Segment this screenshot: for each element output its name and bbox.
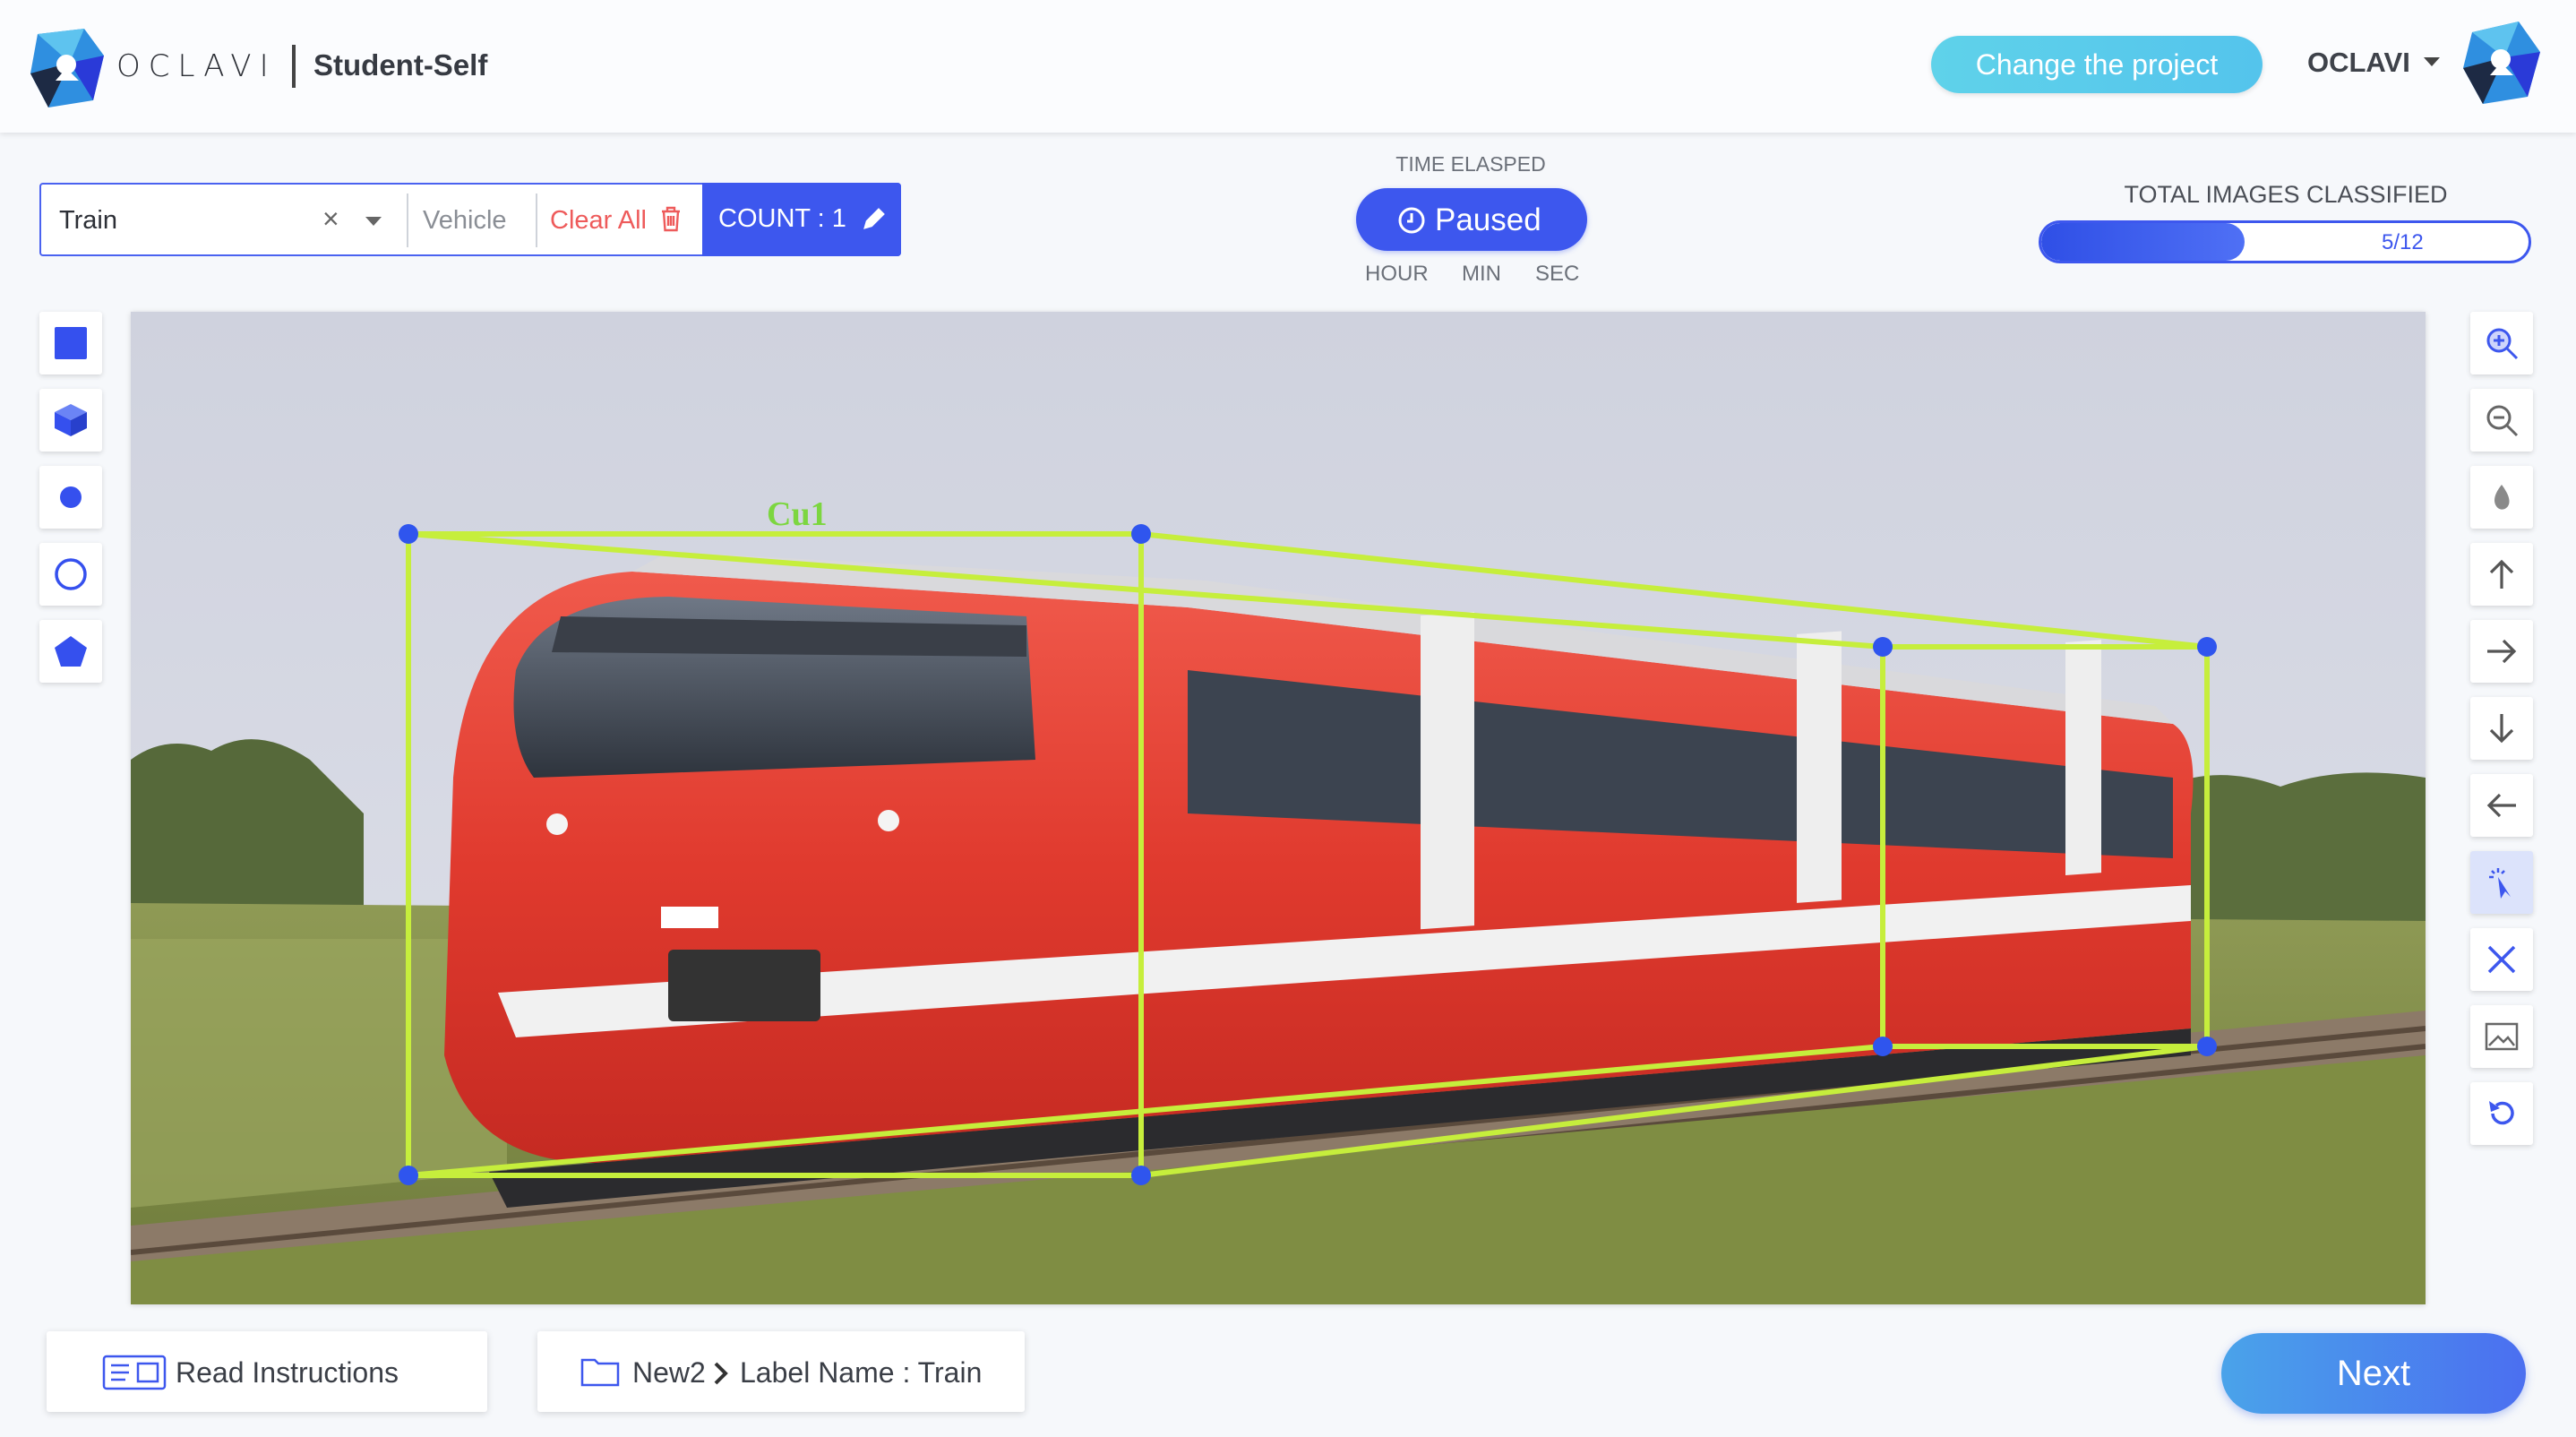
arrow-up-icon <box>2489 559 2514 589</box>
label-select[interactable]: Train <box>59 206 117 236</box>
clear-selection-icon[interactable]: × <box>322 202 339 236</box>
arrow-down-button[interactable] <box>2470 697 2533 760</box>
progress-fill <box>2041 223 2245 261</box>
train-image: Cu1 <box>131 312 2426 1304</box>
select-cursor-icon <box>2489 868 2511 899</box>
pencil-icon[interactable] <box>862 206 887 231</box>
cuboid-handle[interactable] <box>399 1166 418 1185</box>
second-label: SEC <box>1535 262 1580 286</box>
breadcrumb: New2 Label Name : Train <box>537 1331 1025 1412</box>
change-project-button[interactable]: Change the project <box>1931 36 2263 93</box>
top-navbar: OCLAVI Student-Self Change the project O… <box>0 0 2576 133</box>
zoom-in-icon <box>2486 328 2519 360</box>
point-tool-icon <box>60 486 82 508</box>
cuboid-handle[interactable] <box>1873 1037 1893 1056</box>
annotation-canvas[interactable]: Cu1 <box>131 312 2426 1304</box>
breadcrumb-label: Label Name : Train <box>740 1356 983 1389</box>
divider <box>407 194 408 247</box>
chevron-right-icon <box>714 1362 728 1385</box>
select-cursor-button[interactable] <box>2470 851 2533 914</box>
logo-text: OCLAVI <box>116 48 277 84</box>
circle-tool-icon <box>55 558 87 590</box>
cuboid-handle[interactable] <box>2197 637 2217 657</box>
chevron-down-icon[interactable] <box>2424 57 2440 66</box>
close-icon <box>2487 945 2516 974</box>
oclavi-logo-icon <box>30 29 104 108</box>
rectangle-tool-button[interactable] <box>39 312 102 374</box>
brightness-button[interactable] <box>2470 466 2533 529</box>
cuboid-tool-icon <box>55 404 87 436</box>
arrow-left-button[interactable] <box>2470 774 2533 837</box>
folder-icon <box>580 1358 620 1387</box>
zoom-in-button[interactable] <box>2470 312 2533 374</box>
cuboid-tool-button[interactable] <box>39 389 102 452</box>
cuboid-handle[interactable] <box>1131 524 1151 544</box>
total-images-label: TOTAL IMAGES CLASSIFIED <box>2124 181 2448 208</box>
chevron-down-icon[interactable] <box>365 217 382 226</box>
undo-button[interactable] <box>2470 1082 2533 1145</box>
clear-all-button[interactable]: Clear All <box>550 206 647 236</box>
timer-status: Paused <box>1435 202 1541 237</box>
cuboid-handle[interactable] <box>1873 637 1893 657</box>
arrow-down-icon <box>2489 714 2514 744</box>
next-button[interactable]: Next <box>2221 1333 2526 1414</box>
cuboid-handle[interactable] <box>2197 1037 2217 1056</box>
image-icon <box>2485 1022 2519 1051</box>
arrow-left-icon <box>2486 793 2516 818</box>
parent-label: Vehicle <box>423 206 507 235</box>
zoom-out-icon <box>2486 405 2519 437</box>
point-tool-button[interactable] <box>39 466 102 529</box>
undo-icon <box>2489 1101 2514 1125</box>
polygon-tool-button[interactable] <box>39 620 102 683</box>
trash-icon[interactable] <box>659 204 683 233</box>
time-elapsed-label: TIME ELASPED <box>1395 152 1546 176</box>
avatar[interactable] <box>2463 22 2540 104</box>
zoom-out-button[interactable] <box>2470 389 2533 452</box>
pause-timer-button[interactable]: Paused <box>1356 188 1587 251</box>
label-toolbar: Train × Vehicle Clear All COUNT : 1 <box>39 183 901 256</box>
clock-icon <box>1398 207 1425 234</box>
arrow-right-icon <box>2487 639 2517 664</box>
image-button[interactable] <box>2470 1005 2533 1068</box>
arrow-up-button[interactable] <box>2470 543 2533 606</box>
count-badge[interactable]: COUNT : 1 <box>702 183 901 256</box>
breadcrumb-folder[interactable]: New2 <box>632 1356 706 1390</box>
close-button[interactable] <box>2470 928 2533 991</box>
progress-text: 5/12 <box>2382 230 2424 254</box>
progress-bar: 5/12 <box>2039 220 2531 263</box>
header-divider <box>292 45 296 88</box>
project-title: Student-Self <box>313 48 488 82</box>
read-instructions-label: Read Instructions <box>176 1356 399 1389</box>
cuboid-handle[interactable] <box>1131 1166 1151 1185</box>
count-text: COUNT : 1 <box>718 204 846 233</box>
polygon-tool-icon <box>55 636 87 667</box>
arrow-right-button[interactable] <box>2470 620 2533 683</box>
minute-label: MIN <box>1462 262 1501 286</box>
read-instructions-button[interactable]: Read Instructions <box>47 1331 487 1412</box>
instructions-icon <box>102 1355 167 1390</box>
rectangle-tool-icon <box>55 327 87 359</box>
divider <box>536 194 537 247</box>
user-menu-label[interactable]: OCLAVI <box>2307 47 2410 79</box>
brightness-icon <box>2494 485 2510 510</box>
hour-label: HOUR <box>1365 262 1429 286</box>
cuboid-handle[interactable] <box>399 524 418 544</box>
circle-tool-button[interactable] <box>39 543 102 606</box>
annotation-label: Cu1 <box>767 495 828 533</box>
